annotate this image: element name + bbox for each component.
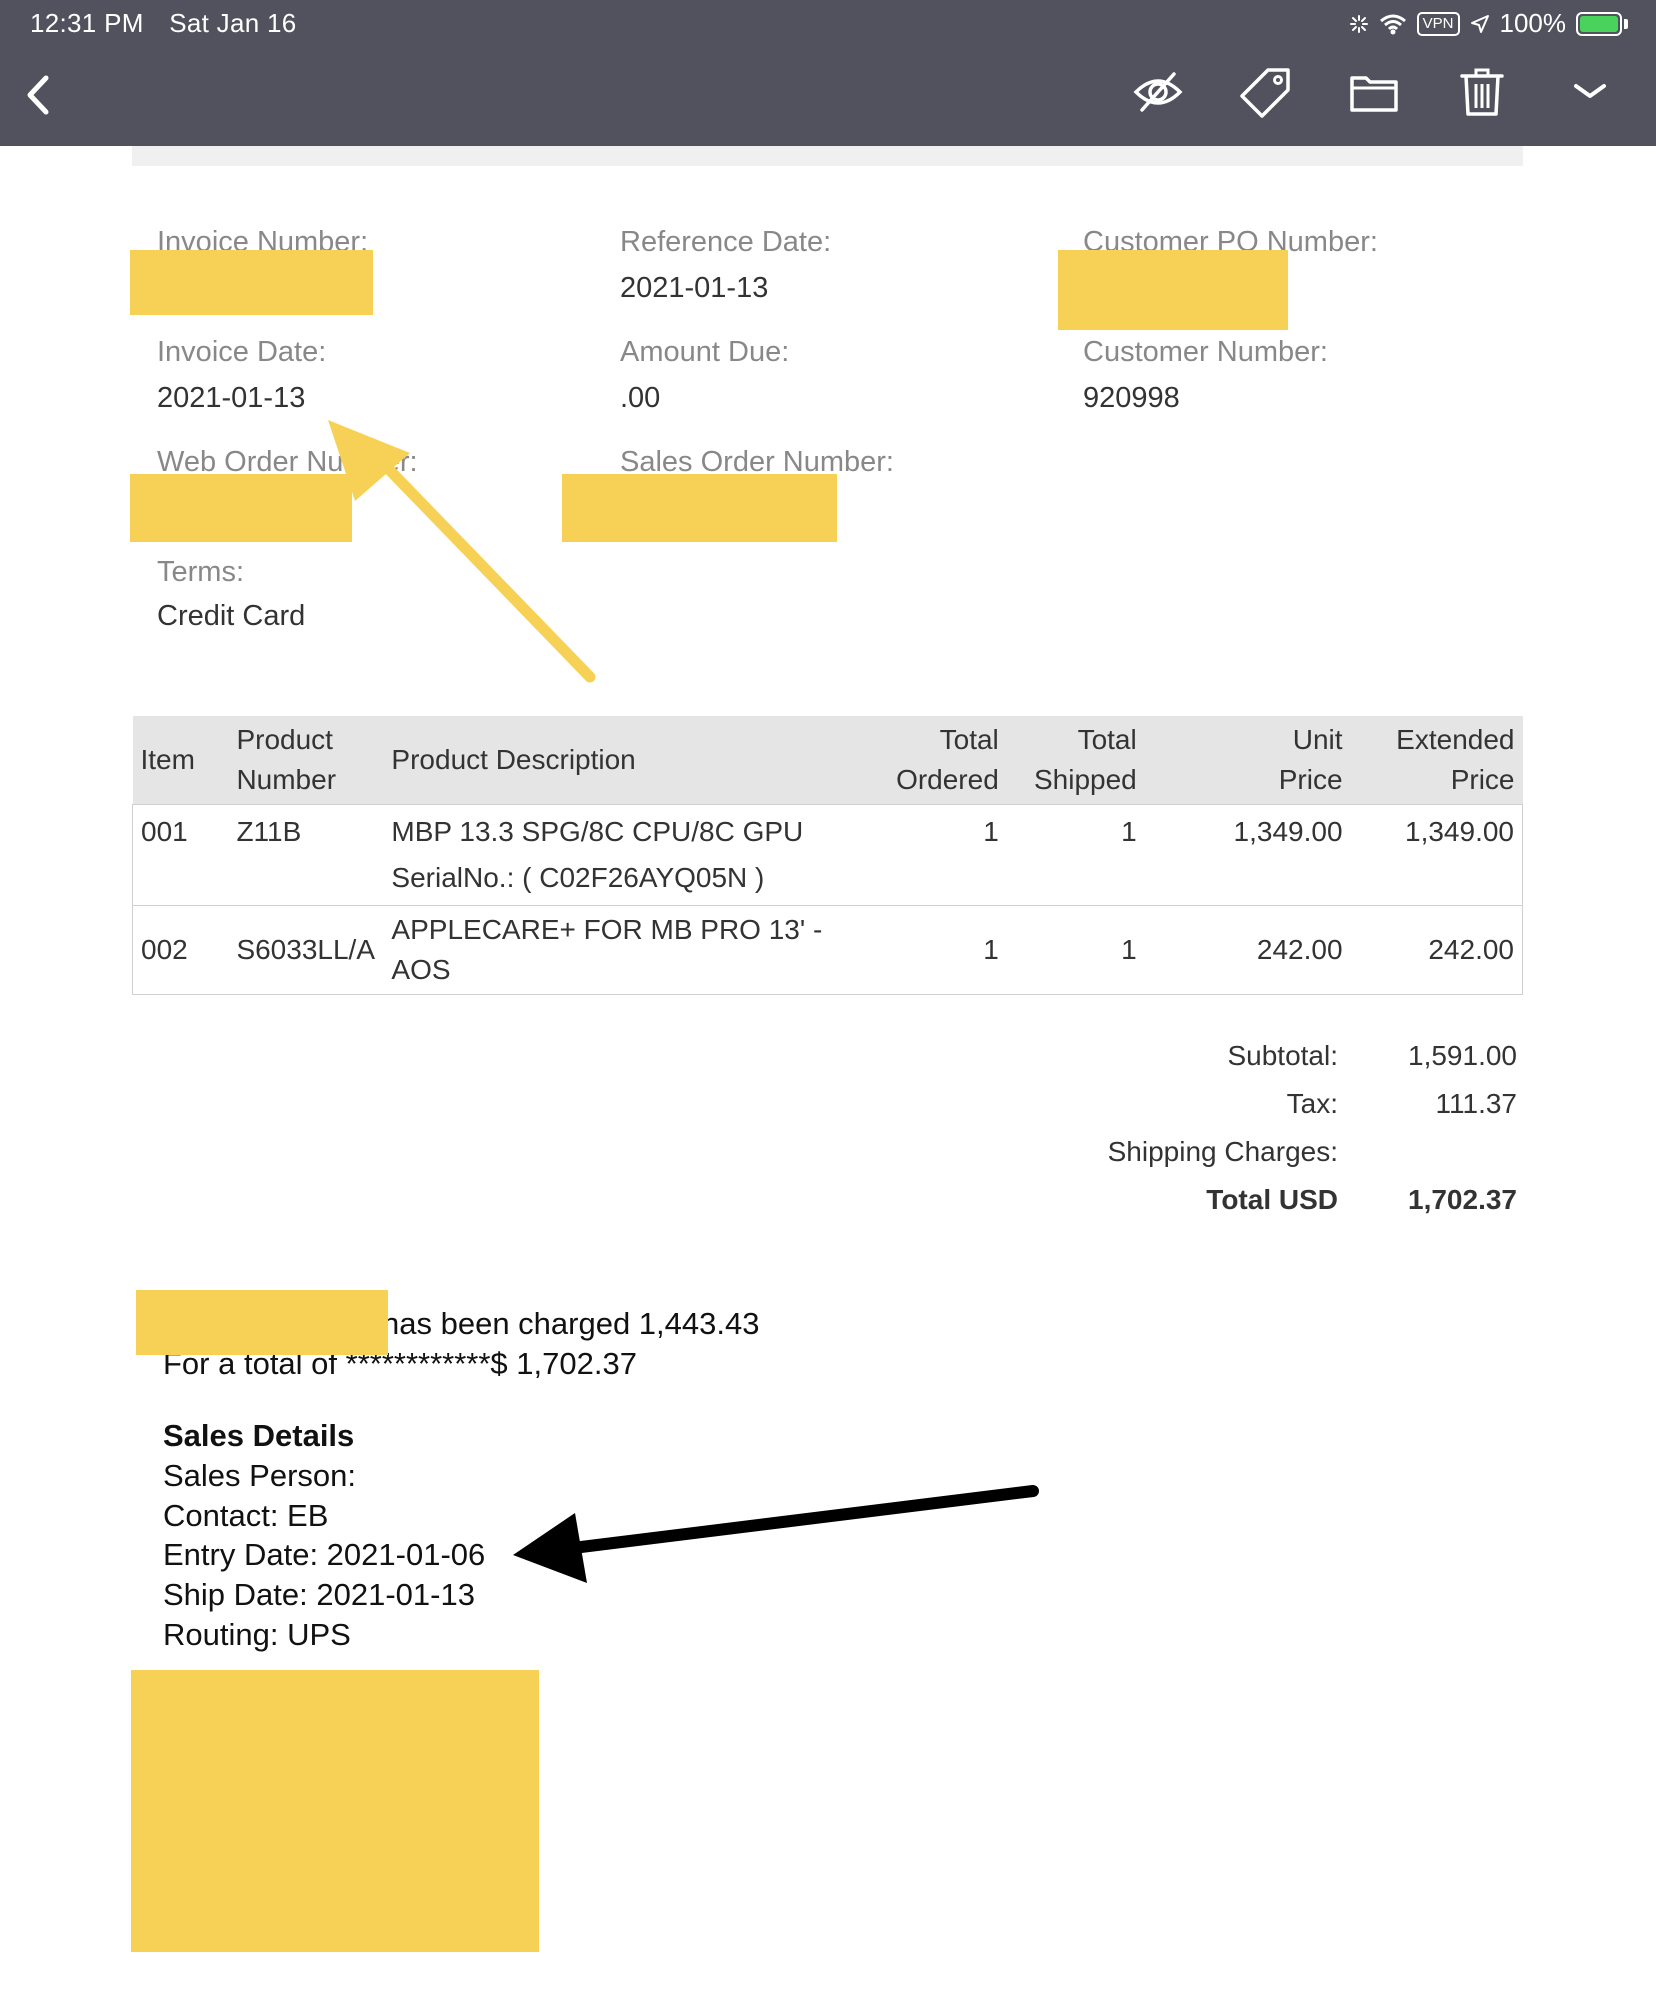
header-total-shipped: Total Shipped: [1006, 716, 1145, 805]
charged-text: has been charged 1,443.43: [382, 1306, 760, 1341]
redaction-web-order: [130, 474, 352, 542]
row-product-number: Z11B: [236, 816, 302, 847]
row-description: APPLECARE+ FOR MB PRO 13' - AOS: [383, 905, 869, 995]
redaction-invoice-number: [130, 250, 373, 315]
battery-charging-icon: [1576, 11, 1628, 36]
redaction-sales-order: [562, 474, 837, 542]
hide-button[interactable]: [1132, 66, 1184, 118]
ship-date-line: Ship Date: 2021-01-13: [163, 1577, 475, 1612]
total-value: 1,702.37: [1408, 1184, 1517, 1215]
more-button[interactable]: [1564, 66, 1616, 118]
wifi-icon: [1379, 13, 1407, 35]
amount-due-value: .00: [620, 382, 661, 414]
trash-icon: [1460, 68, 1504, 116]
header-item: Item: [132, 716, 229, 805]
totals-values: 1,591.00 111.37 1,702.37: [1360, 1040, 1517, 1240]
row-unit-price: 242.00: [1144, 905, 1351, 995]
status-bar-right: VPN 100%: [1349, 8, 1628, 39]
folder-icon: [1350, 76, 1398, 112]
redaction-bottom-block: [131, 1670, 539, 1952]
table-row: 001 Z11B MBP 13.3 SPG/8C CPU/8C GPU Seria…: [133, 805, 1523, 906]
sales-details-heading: Sales Details: [163, 1418, 355, 1453]
invoice-date-value: 2021-01-13: [157, 382, 306, 414]
trash-button[interactable]: [1456, 66, 1508, 118]
routing-line: Routing: UPS: [163, 1617, 351, 1652]
contact-line: Contact: EB: [163, 1498, 329, 1533]
invoice-date-label: Invoice Date:: [157, 336, 327, 368]
toolbar: [1132, 66, 1616, 118]
header-product-description: Product Description: [383, 716, 869, 805]
subtotal-value: 1,591.00: [1408, 1040, 1517, 1071]
table-header-row: Item Product Number Product Description T…: [132, 716, 1523, 805]
header-unit-price: Unit Price: [1144, 716, 1351, 805]
back-icon: [27, 75, 49, 115]
row-product-number: S6033LL/A: [228, 905, 384, 995]
reference-date-label: Reference Date:: [620, 226, 832, 258]
tag-button[interactable]: [1240, 66, 1292, 118]
shipping-label: Shipping Charges:: [1107, 1136, 1338, 1167]
amount-due-label: Amount Due:: [620, 336, 790, 368]
row-extended-price: 1,349.00: [1405, 816, 1514, 847]
activity-icon: [1349, 14, 1369, 34]
customer-number-value: 920998: [1083, 382, 1180, 414]
header-extended-price: Extended Price: [1350, 716, 1523, 805]
redaction-card-holder: [136, 1290, 388, 1355]
vpn-badge: VPN: [1416, 11, 1460, 36]
back-button[interactable]: [18, 70, 58, 120]
row-item: 001: [141, 816, 188, 847]
row-ordered: 1: [983, 816, 999, 847]
reference-date-value: 2021-01-13: [620, 272, 769, 304]
status-bar-left: 12:31 PM Sat Jan 16: [30, 8, 315, 39]
totals-labels: Subtotal: Tax: Shipping Charges: Total U…: [1000, 1040, 1338, 1240]
customer-number-label: Customer Number:: [1083, 336, 1328, 368]
battery-percent: 100%: [1499, 8, 1567, 38]
tax-value: 111.37: [1435, 1088, 1517, 1119]
hide-icon: [1133, 72, 1183, 112]
page: 12:31 PM Sat Jan 16 VPN 100% Invoice Num…: [0, 0, 1656, 2000]
header-product-number: Product Number: [228, 716, 384, 805]
row-extended-price: 242.00: [1350, 905, 1523, 995]
document-top-edge: [132, 146, 1523, 166]
redaction-customer-po: [1058, 250, 1288, 330]
header-total-ordered: Total Ordered: [868, 716, 1007, 805]
tax-label: Tax:: [1286, 1088, 1338, 1119]
row-description: MBP 13.3 SPG/8C CPU/8C GPU SerialNo.: ( C…: [391, 816, 804, 893]
terms-value: Credit Card: [157, 600, 306, 632]
folder-button[interactable]: [1348, 66, 1400, 118]
status-date: Sat Jan 16: [169, 8, 297, 38]
row-shipped: 1: [1121, 816, 1137, 847]
items-table: Item Product Number Product Description T…: [132, 716, 1523, 995]
black-arrow-annotation: [513, 1485, 1039, 1583]
row-unit-price: 1,349.00: [1233, 816, 1343, 847]
yellow-arrow-annotation: [328, 420, 596, 683]
entry-date-line: Entry Date: 2021-01-06: [163, 1537, 486, 1572]
terms-label: Terms:: [157, 556, 244, 588]
chevron-down-icon: [1574, 84, 1606, 98]
tag-icon: [1240, 68, 1290, 118]
row-item: 002: [132, 905, 229, 995]
location-arrow-icon: [1470, 14, 1490, 34]
status-time: 12:31 PM: [30, 8, 144, 38]
row-ordered: 1: [868, 905, 1007, 995]
row-shipped: 1: [1006, 905, 1145, 995]
subtotal-label: Subtotal:: [1227, 1040, 1338, 1071]
top-bar: 12:31 PM Sat Jan 16 VPN 100%: [0, 0, 1656, 146]
sales-person-line: Sales Person:: [163, 1458, 356, 1493]
total-label: Total USD: [1206, 1184, 1338, 1215]
table-row: 002 S6033LL/A APPLECARE+ FOR MB PRO 13' …: [132, 905, 1523, 995]
